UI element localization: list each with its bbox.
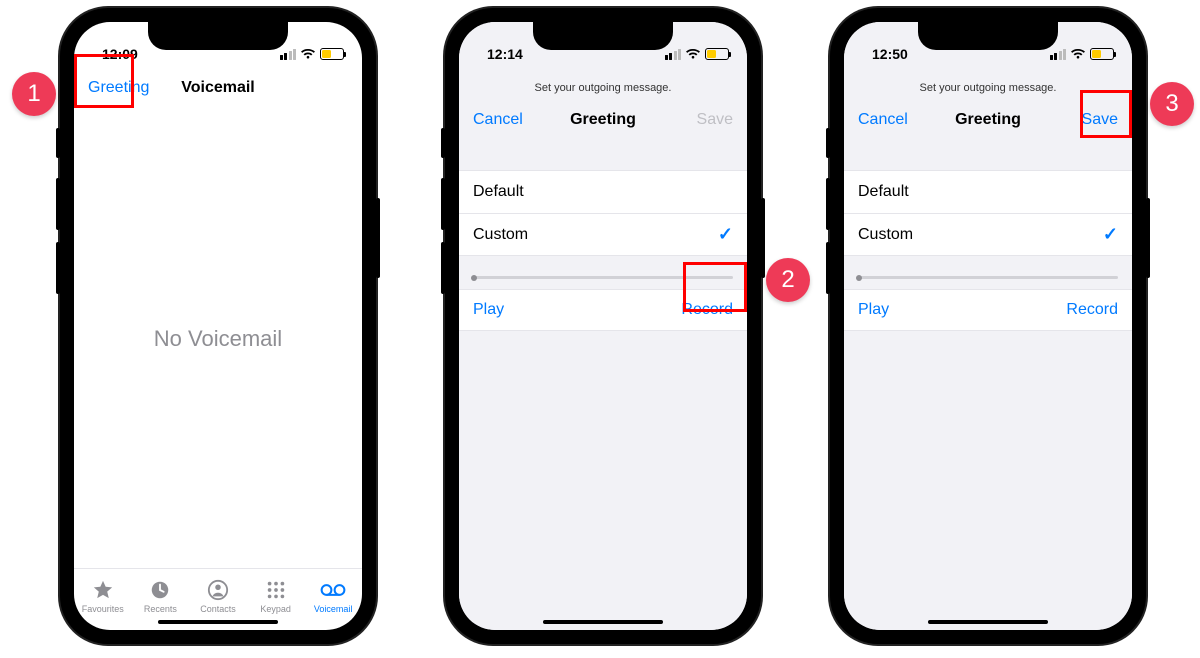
record-button[interactable]: Record [681,301,733,319]
checkmark-icon: ✓ [1103,224,1118,245]
tab-label: Favourites [82,604,124,614]
status-time: 12:50 [872,46,908,62]
checkmark-icon: ✓ [718,224,733,245]
home-indicator[interactable] [158,620,278,624]
greeting-sheet: Set your outgoing message. Cancel Greeti… [844,72,1132,630]
wifi-icon [1070,48,1086,60]
battery-icon [1090,48,1114,60]
page-title: Voicemail [181,79,255,97]
cancel-button[interactable]: Cancel [473,111,523,129]
row-label: Default [858,183,909,201]
battery-icon [705,48,729,60]
star-icon [92,578,114,602]
row-custom[interactable]: Custom ✓ [844,213,1132,255]
voicemail-icon [320,578,346,602]
greeting-options-list: Default Custom ✓ [844,170,1132,256]
row-label: Custom [473,226,528,244]
notch [148,22,288,50]
greeting-options-list: Default Custom ✓ [459,170,747,256]
tab-voicemail[interactable]: Voicemail [306,578,360,614]
record-button[interactable]: Record [1066,301,1118,319]
row-custom[interactable]: Custom ✓ [459,213,747,255]
save-button[interactable]: Save [1082,111,1118,129]
cancel-button[interactable]: Cancel [858,111,908,129]
phone-mockup-1: 12:09 Greeting Voicemail No Voicemail Fa… [60,8,376,644]
play-record-row: Play Record [844,289,1132,331]
nav-bar: Greeting Voicemail [74,66,362,110]
home-indicator[interactable] [928,620,1048,624]
row-label: Custom [858,226,913,244]
row-default[interactable]: Default [844,171,1132,213]
status-time: 12:14 [487,46,523,62]
notch [533,22,673,50]
wifi-icon [685,48,701,60]
no-voicemail-label: No Voicemail [154,326,282,352]
notch [918,22,1058,50]
signal-icon [280,49,297,60]
tab-recents[interactable]: Recents [133,578,187,614]
keypad-icon [265,578,287,602]
battery-icon [320,48,344,60]
greeting-link[interactable]: Greeting [88,79,149,97]
person-icon [207,578,229,602]
step-badge-3: 3 [1150,82,1194,126]
row-default[interactable]: Default [459,171,747,213]
audio-scrubber[interactable] [844,256,1132,289]
wifi-icon [300,48,316,60]
signal-icon [665,49,682,60]
tab-label: Recents [144,604,177,614]
tab-contacts[interactable]: Contacts [191,578,245,614]
clock-icon [149,578,171,602]
play-record-row: Play Record [459,289,747,331]
status-time: 12:09 [102,46,138,62]
play-button[interactable]: Play [858,301,889,319]
signal-icon [1050,49,1067,60]
play-button[interactable]: Play [473,301,504,319]
phone-mockup-2: 12:14 Set your outgoing message. Cancel … [445,8,761,644]
voicemail-body: No Voicemail [74,110,362,568]
greeting-sheet: Set your outgoing message. Cancel Greeti… [459,72,747,630]
step-badge-2: 2 [766,258,810,302]
tab-favourites[interactable]: Favourites [76,578,130,614]
sheet-title: Greeting [955,111,1021,129]
sheet-hint: Set your outgoing message. [844,72,1132,100]
sheet-title: Greeting [570,111,636,129]
phone-mockup-3: 12:50 Set your outgoing message. Cancel … [830,8,1146,644]
tab-keypad[interactable]: Keypad [249,578,303,614]
audio-scrubber[interactable] [459,256,747,289]
save-button: Save [697,111,733,129]
tab-label: Contacts [200,604,236,614]
sheet-nav: Cancel Greeting Save [844,100,1132,140]
tab-label: Voicemail [314,604,353,614]
sheet-nav: Cancel Greeting Save [459,100,747,140]
tab-label: Keypad [260,604,291,614]
sheet-hint: Set your outgoing message. [459,72,747,100]
row-label: Default [473,183,524,201]
step-badge-1: 1 [12,72,56,116]
home-indicator[interactable] [543,620,663,624]
